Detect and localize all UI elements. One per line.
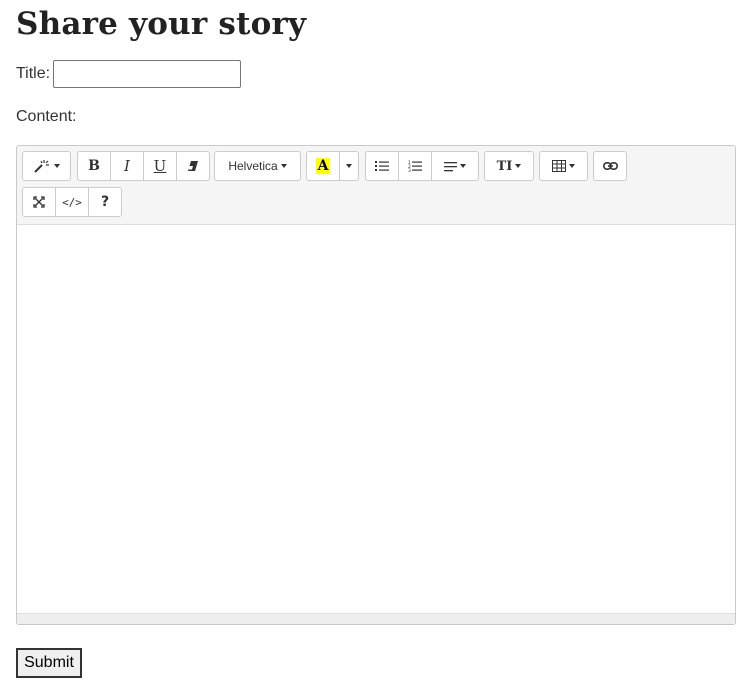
bold-icon: B: [88, 158, 100, 174]
color-dropdown-button[interactable]: [339, 151, 359, 181]
italic-button[interactable]: I: [110, 151, 144, 181]
insert-group: [593, 151, 627, 181]
code-view-button[interactable]: </>: [55, 187, 89, 217]
chevron-down-icon: [460, 164, 466, 168]
table-icon: [552, 160, 566, 172]
chevron-down-icon: [54, 164, 60, 168]
magic-wand-icon: [33, 159, 51, 173]
editor-toolbar: B I U Helvetica A 1 2 3 TI </> ?: [17, 146, 735, 225]
link-button[interactable]: [593, 151, 627, 181]
font-name-group: Helvetica: [214, 151, 301, 181]
rich-text-editor: B I U Helvetica A 1 2 3 TI </> ?: [16, 145, 736, 625]
unordered-list-button[interactable]: [365, 151, 399, 181]
align-icon: [444, 161, 457, 172]
unordered-list-icon: [375, 160, 389, 172]
ordered-list-icon: 1 2 3: [408, 160, 422, 172]
link-icon: [602, 161, 618, 171]
paragraph-group: 1 2 3: [365, 151, 479, 181]
bold-button[interactable]: B: [77, 151, 111, 181]
title-input[interactable]: [53, 60, 242, 88]
ordered-list-button[interactable]: 1 2 3: [398, 151, 432, 181]
line-height-dropdown[interactable]: TI: [484, 151, 534, 181]
fullscreen-button[interactable]: [22, 187, 56, 217]
style-group: [22, 151, 71, 181]
title-row: Title:: [16, 59, 242, 89]
chevron-down-icon: [515, 164, 522, 168]
color-group: A: [306, 151, 359, 181]
svg-text:3: 3: [408, 168, 411, 172]
chevron-down-icon: [346, 164, 352, 168]
page-title: Share your story: [16, 6, 307, 42]
fullscreen-icon: [33, 196, 45, 208]
help-button[interactable]: ?: [88, 187, 122, 217]
italic-icon: I: [124, 157, 130, 175]
chevron-down-icon: [280, 164, 287, 168]
content-label: Content:: [16, 108, 77, 125]
table-dropdown-button[interactable]: [539, 151, 588, 181]
editor-content-area[interactable]: [17, 225, 735, 615]
font-name-label: Helvetica: [228, 159, 278, 173]
underline-icon: U: [153, 157, 167, 175]
underline-button[interactable]: U: [143, 151, 177, 181]
text-height-icon: TI: [496, 158, 513, 174]
editor-resize-bar[interactable]: [17, 613, 735, 624]
submit-button[interactable]: Submit: [16, 648, 82, 678]
font-name-dropdown[interactable]: Helvetica: [214, 151, 301, 181]
view-group: </> ?: [22, 187, 122, 217]
highlight-icon: A: [315, 158, 331, 174]
eraser-icon: [187, 160, 199, 172]
highlight-color-button[interactable]: A: [306, 151, 340, 181]
chevron-down-icon: [569, 164, 575, 168]
table-group: [539, 151, 588, 181]
title-label: Title:: [16, 65, 51, 82]
font-style-group: B I U: [77, 151, 210, 181]
height-group: TI: [484, 151, 534, 181]
help-icon: ?: [100, 194, 110, 210]
align-dropdown-button[interactable]: [431, 151, 479, 181]
code-view-icon: </>: [62, 195, 82, 209]
style-button[interactable]: [22, 151, 71, 181]
clear-format-button[interactable]: [176, 151, 210, 181]
